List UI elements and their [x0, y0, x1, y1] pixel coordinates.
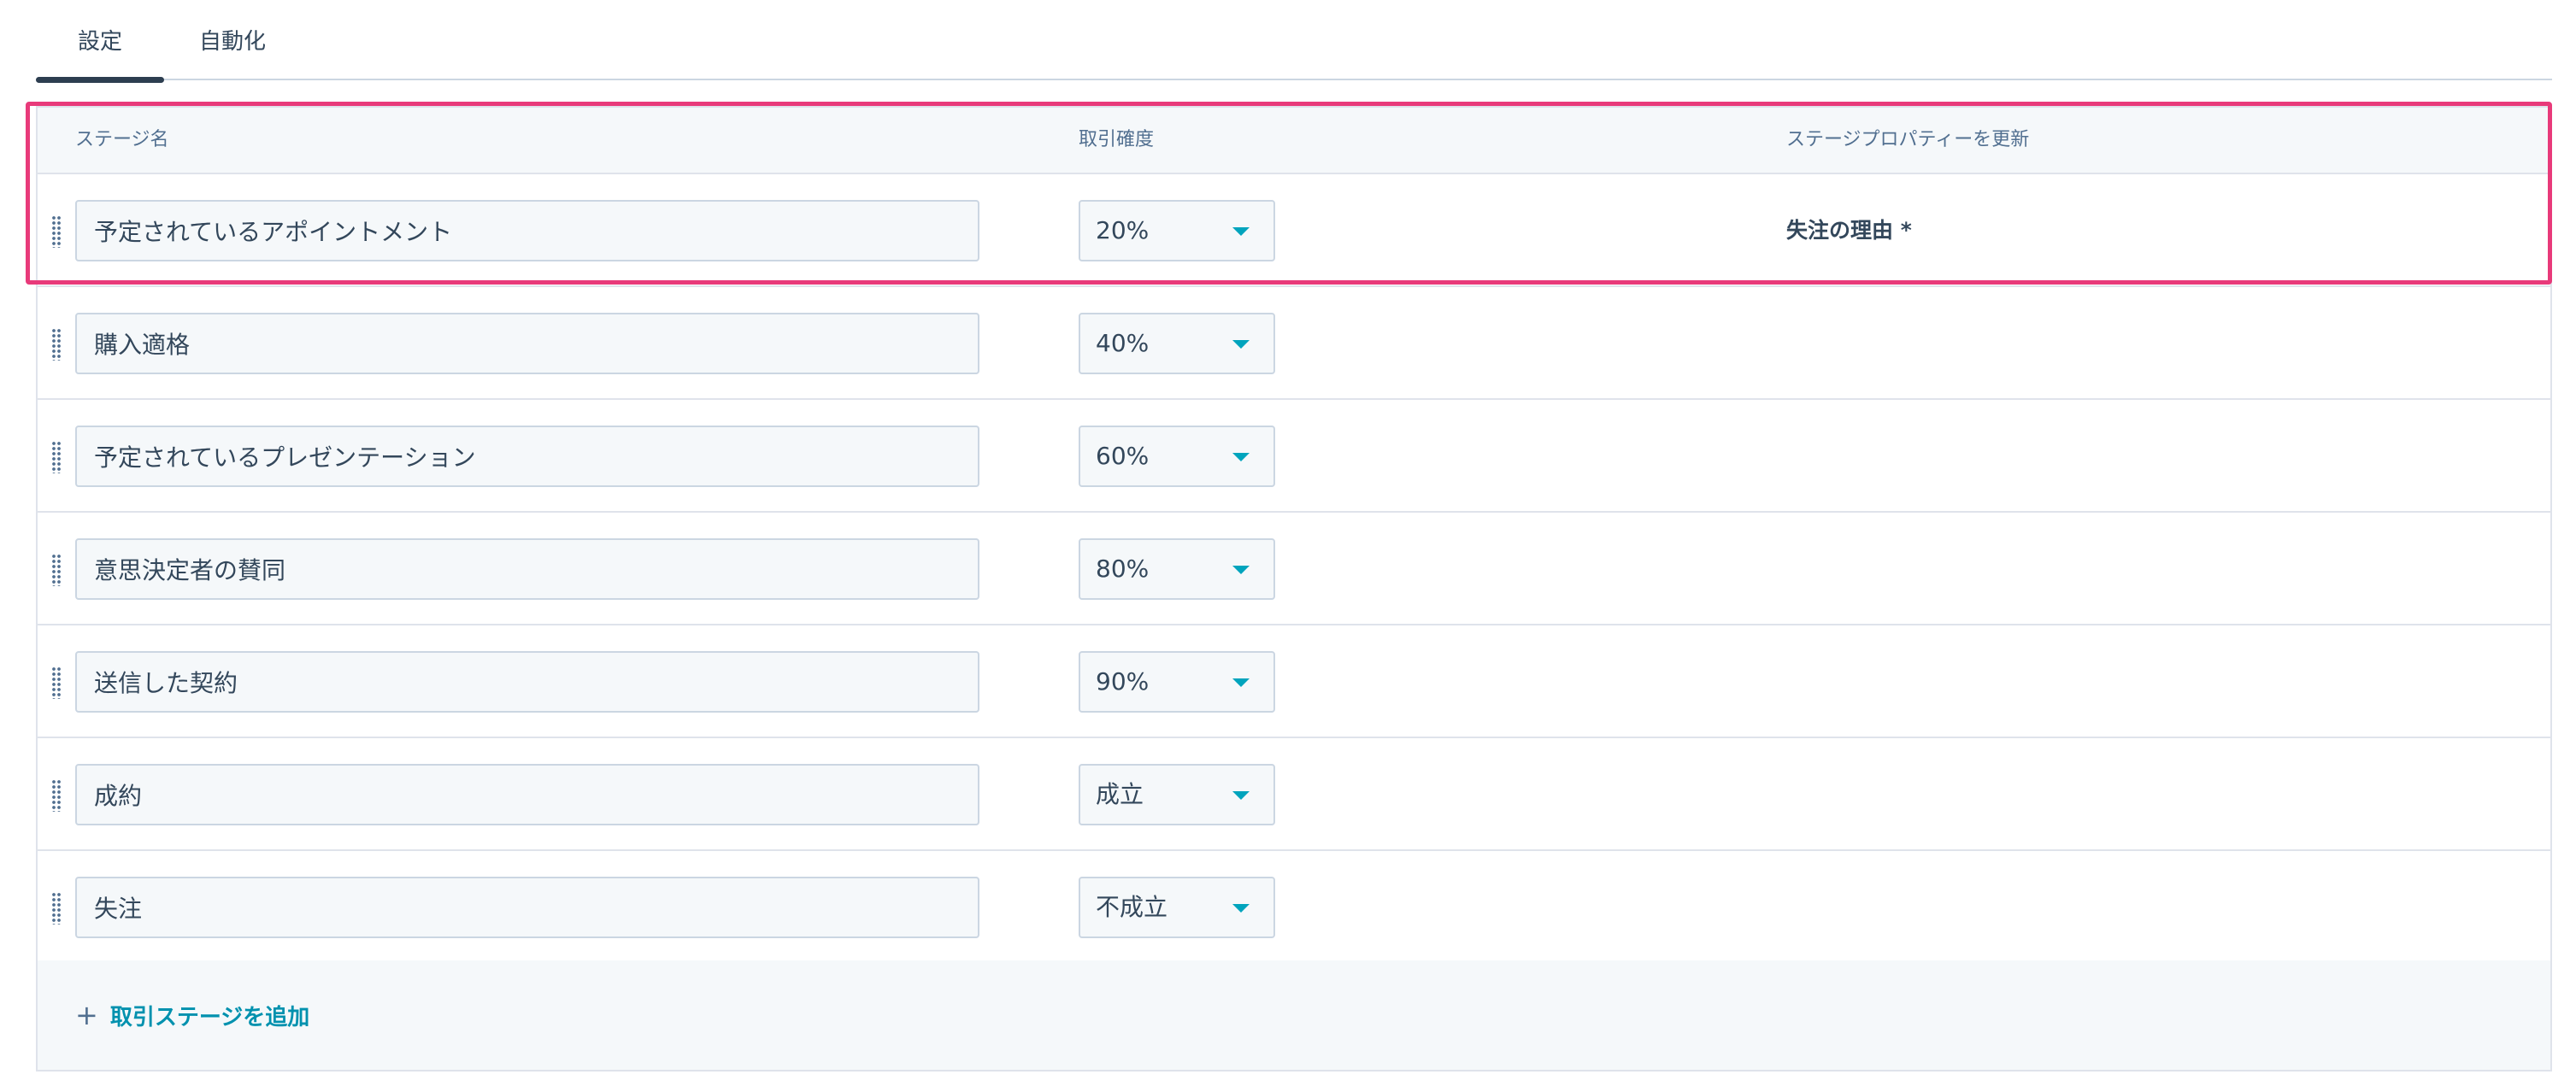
tab-automation[interactable]: 自動化: [164, 0, 301, 79]
plus-icon: +: [75, 999, 98, 1031]
drag-handle-icon[interactable]: [51, 666, 62, 699]
stage-name-input[interactable]: [75, 313, 979, 374]
tab-bar: 設定 自動化: [36, 0, 2552, 83]
add-deal-stage-button[interactable]: + 取引ステージを追加: [75, 960, 309, 1070]
active-tab-indicator: [36, 77, 164, 83]
probability-select[interactable]: 80%: [1079, 538, 1275, 600]
table-row: 80%: [38, 513, 2550, 625]
table-footer: + 取引ステージを追加: [38, 960, 2550, 1070]
drag-handle-icon[interactable]: [51, 554, 62, 586]
probability-value: 20%: [1096, 216, 1150, 244]
stage-property-link[interactable]: 失注の理由 *: [1786, 174, 1912, 287]
caret-down-icon: [1232, 227, 1250, 236]
table-header: ステージ名 取引確度 ステージプロパティーを更新: [38, 108, 2550, 174]
probability-value: 60%: [1096, 442, 1150, 470]
caret-down-icon: [1232, 453, 1250, 461]
probability-value: 80%: [1096, 555, 1150, 583]
add-deal-stage-label: 取引ステージを追加: [109, 1004, 310, 1030]
table-row: 90%: [38, 625, 2550, 738]
deal-stages-table: ステージ名 取引確度 ステージプロパティーを更新 20% 失注の理由 * 40%…: [36, 106, 2552, 1071]
probability-value: 成立: [1096, 780, 1144, 808]
stage-name-input[interactable]: [75, 764, 979, 825]
table-row: 40%: [38, 287, 2550, 400]
tab-settings[interactable]: 設定: [36, 0, 164, 83]
stage-name-input[interactable]: [75, 877, 979, 938]
tab-settings-label: 設定: [77, 28, 122, 55]
probability-select[interactable]: 40%: [1079, 313, 1275, 374]
caret-down-icon: [1232, 904, 1250, 913]
drag-handle-icon[interactable]: [51, 779, 62, 812]
drag-handle-icon[interactable]: [51, 441, 62, 473]
probability-select[interactable]: 不成立: [1079, 877, 1275, 938]
stage-name-input[interactable]: [75, 426, 979, 487]
table-row: 不成立: [38, 851, 2550, 964]
header-stage-name: ステージ名: [75, 129, 169, 150]
probability-value: 不成立: [1096, 893, 1168, 921]
table-row: 20% 失注の理由 *: [38, 174, 2550, 287]
probability-value: 40%: [1096, 329, 1150, 357]
tab-automation-label: 自動化: [198, 28, 266, 55]
probability-select[interactable]: 60%: [1079, 426, 1275, 487]
drag-handle-icon[interactable]: [51, 215, 62, 248]
probability-select[interactable]: 成立: [1079, 764, 1275, 825]
caret-down-icon: [1232, 566, 1250, 574]
caret-down-icon: [1232, 340, 1250, 349]
drag-handle-icon[interactable]: [51, 328, 62, 361]
table-row: 成立: [38, 738, 2550, 851]
stage-name-input[interactable]: [75, 200, 979, 261]
probability-select[interactable]: 20%: [1079, 200, 1275, 261]
probability-value: 90%: [1096, 667, 1150, 696]
stage-name-input[interactable]: [75, 651, 979, 713]
probability-select[interactable]: 90%: [1079, 651, 1275, 713]
caret-down-icon: [1232, 791, 1250, 800]
caret-down-icon: [1232, 678, 1250, 687]
stage-name-input[interactable]: [75, 538, 979, 600]
header-probability: 取引確度: [1079, 129, 1155, 150]
header-update-property: ステージプロパティーを更新: [1786, 129, 2030, 150]
drag-handle-icon[interactable]: [51, 892, 62, 925]
table-row: 60%: [38, 400, 2550, 513]
